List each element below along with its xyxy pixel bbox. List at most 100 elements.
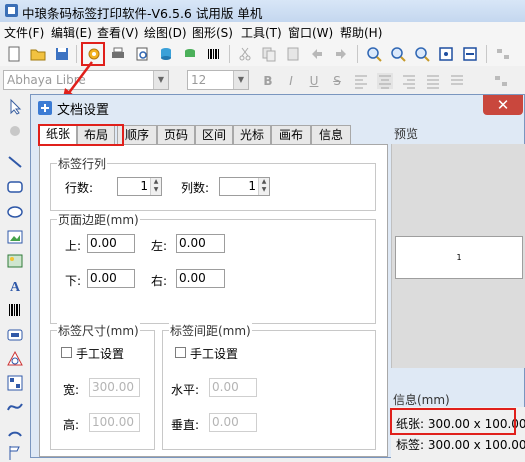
margin-top-input[interactable]: 0.00 — [87, 234, 135, 253]
curve-tool-icon[interactable] — [6, 398, 24, 416]
margin-top-label: 上: — [65, 239, 82, 253]
rounded-rect-tool-icon[interactable] — [6, 178, 24, 196]
fit-width-icon[interactable] — [461, 45, 479, 63]
strikethrough-button[interactable]: S — [328, 72, 346, 90]
title-bar: 中琅条码标签打印软件-V6.5.6 试用版 单机 — [0, 0, 525, 23]
margin-left-label: 左: — [151, 239, 168, 253]
line-tool-icon[interactable] — [6, 153, 24, 171]
document-settings-dialog: 文档设置 ✕ 纸张 布局 顺序 页码 区间 光标 画布 信息 标签行列 行数: … — [30, 94, 525, 459]
menu-help[interactable]: 帮助(H) — [340, 24, 382, 41]
redo-icon[interactable] — [332, 45, 350, 63]
chevron-down-icon[interactable]: ▼ — [153, 71, 168, 89]
image-tool-icon[interactable] — [6, 228, 24, 246]
vertical-spacing-label: 垂直: — [171, 418, 200, 432]
align-left-icon[interactable] — [352, 72, 370, 90]
tab-range[interactable]: 区间 — [195, 125, 233, 144]
toolbar-separator — [486, 45, 487, 63]
zoom-actual-icon[interactable] — [413, 45, 431, 63]
label-width-input[interactable]: 300.00 — [89, 378, 140, 397]
tab-paper[interactable]: 纸张 — [39, 124, 77, 145]
barcode-tool-icon[interactable] — [6, 301, 24, 319]
pan-hand-icon[interactable] — [6, 122, 24, 140]
tab-canvas[interactable]: 画布 — [271, 125, 311, 144]
group-legend: 页面边距(mm) — [57, 211, 140, 228]
page-margins-group: 页面边距(mm) 上: 0.00 左: 0.00 下: 0.00 右: 0.00 — [50, 211, 376, 324]
tab-cursor[interactable]: 光标 — [233, 125, 271, 144]
database-icon[interactable] — [157, 45, 175, 63]
margin-left-input[interactable]: 0.00 — [176, 234, 225, 253]
distribute-icon[interactable] — [448, 72, 466, 90]
select-pointer-icon[interactable] — [6, 98, 24, 116]
label-spacing-manual-checkbox[interactable] — [175, 347, 186, 358]
font-size-value: 12 — [191, 73, 207, 87]
manual-setting-label: 手工设置 — [190, 347, 239, 361]
align-center-icon[interactable] — [376, 72, 394, 90]
app-logo-icon — [5, 4, 18, 17]
margin-bottom-input[interactable]: 0.00 — [87, 269, 135, 288]
shape-tool-icon[interactable] — [6, 350, 24, 368]
paste-icon[interactable] — [284, 45, 302, 63]
underline-button[interactable]: U — [305, 72, 323, 90]
menu-file[interactable]: 文件(F) — [4, 24, 44, 41]
close-button[interactable]: ✕ — [483, 95, 523, 115]
menu-edit[interactable]: 编辑(E) — [51, 24, 92, 41]
horizontal-spacing-input[interactable]: 0.00 — [209, 378, 257, 397]
spin-arrows-icon[interactable]: ▲ ▼ — [150, 178, 161, 195]
tab-page-number[interactable]: 页码 — [157, 125, 195, 144]
font-name-select[interactable]: Abhaya Libre ▼ — [3, 70, 169, 90]
font-name-value: Abhaya Libre — [7, 73, 86, 87]
menu-draw[interactable]: 绘图(D) — [144, 24, 187, 41]
save-icon[interactable] — [53, 45, 71, 63]
cut-icon[interactable] — [236, 45, 254, 63]
new-document-icon[interactable] — [5, 45, 23, 63]
align-right-icon[interactable] — [400, 72, 418, 90]
document-settings-icon[interactable] — [85, 45, 103, 63]
menu-shape[interactable]: 图形(S) — [192, 24, 233, 41]
margin-right-input[interactable]: 0.00 — [176, 269, 225, 288]
horizontal-spacing-label: 水平: — [171, 383, 200, 397]
justify-icon[interactable] — [424, 72, 442, 90]
spin-arrows-icon[interactable]: ▲ ▼ — [258, 178, 269, 195]
cols-stepper[interactable]: 1 ▲ ▼ — [219, 177, 270, 196]
menu-view[interactable]: 查看(V) — [97, 24, 139, 41]
open-folder-icon[interactable] — [29, 45, 47, 63]
menu-window[interactable]: 窗口(W) — [288, 24, 333, 41]
font-size-select[interactable]: 12 ▼ — [187, 70, 249, 90]
print-preview-icon[interactable] — [133, 45, 151, 63]
zoom-in-icon[interactable] — [365, 45, 383, 63]
picture-tool-icon[interactable] — [6, 252, 24, 270]
align-icon[interactable] — [494, 45, 512, 63]
window-title: 中琅条码标签打印软件-V6.5.6 试用版 单机 — [22, 6, 263, 21]
vertical-spacing-input[interactable]: 0.00 — [209, 413, 257, 432]
flag-tool-icon[interactable] — [6, 444, 24, 462]
data-source-icon[interactable] — [181, 45, 199, 63]
arc-tool-icon[interactable] — [6, 422, 24, 440]
bold-button[interactable]: B — [259, 72, 277, 90]
qrcode-tool-icon[interactable] — [6, 374, 24, 392]
copy-icon[interactable] — [260, 45, 278, 63]
left-tool-palette: A — [0, 94, 31, 460]
label-rows-cols-group: 标签行列 行数: 1 ▲ ▼ 列数: 1 ▲ ▼ — [50, 155, 376, 211]
zoom-out-icon[interactable] — [389, 45, 407, 63]
svg-text:A: A — [10, 280, 21, 294]
menu-tools[interactable]: 工具(T) — [241, 24, 282, 41]
print-icon[interactable] — [109, 45, 127, 63]
undo-icon[interactable] — [308, 45, 326, 63]
toolbar-separator — [76, 45, 77, 63]
tab-layout[interactable]: 布局 — [77, 125, 115, 144]
group-legend: 标签间距(mm) — [169, 322, 252, 339]
rows-stepper[interactable]: 1 ▲ ▼ — [117, 177, 162, 196]
tab-order[interactable]: 顺序 — [117, 125, 157, 144]
info-title: 信息(mm) — [393, 393, 450, 407]
fit-page-icon[interactable] — [437, 45, 455, 63]
ellipse-tool-icon[interactable] — [6, 203, 24, 221]
text-tool-icon[interactable]: A — [6, 276, 24, 294]
tab-info[interactable]: 信息 — [311, 125, 351, 144]
italic-button[interactable]: I — [282, 72, 300, 90]
chevron-down-icon[interactable]: ▼ — [233, 71, 248, 89]
rfid-tool-icon[interactable] — [6, 326, 24, 344]
align-objects-icon[interactable] — [492, 72, 510, 90]
barcode-icon[interactable] — [205, 45, 223, 63]
label-height-input[interactable]: 100.00 — [89, 413, 140, 432]
label-size-manual-checkbox[interactable] — [61, 347, 72, 358]
